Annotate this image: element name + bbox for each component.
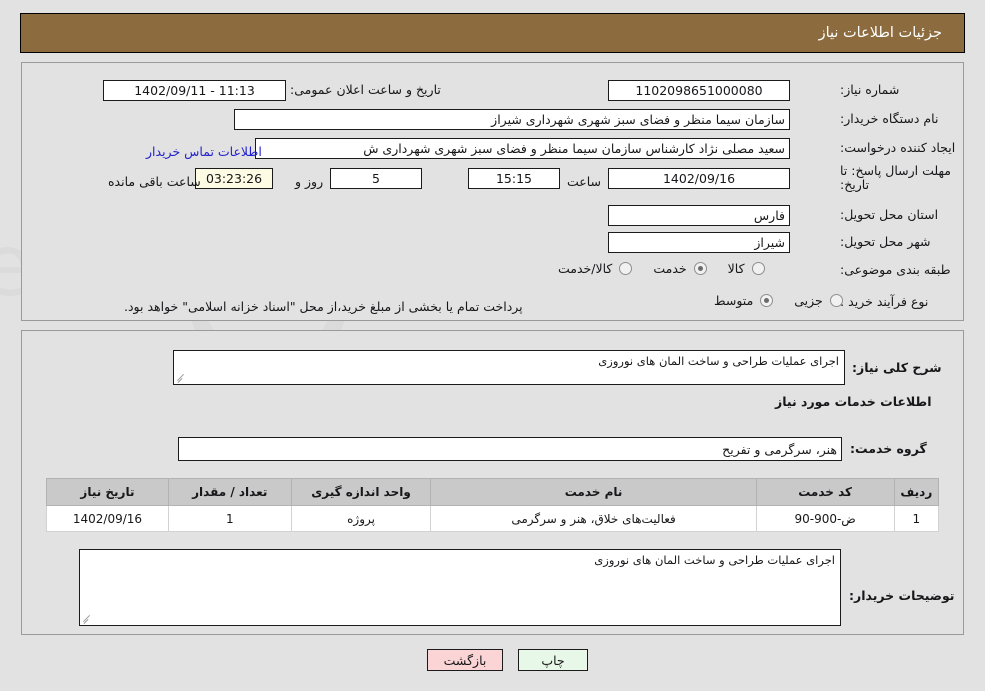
service-group-field[interactable]: هنر، سرگرمی و تفریح [178, 437, 842, 461]
page-header: جزئیات اطلاعات نیاز [20, 13, 965, 53]
purchase-note-wrap: پرداخت تمام یا بخشی از مبلغ خرید،از محل … [124, 296, 523, 315]
announce-label-wrap: تاریخ و ساعت اعلان عمومی: [290, 82, 441, 98]
cell-service-code: ض-900-90 [755, 505, 895, 532]
delivery-city-label: شهر محل تحویل: [840, 234, 931, 249]
delivery-province-value: فارس [753, 208, 785, 223]
request-creator-field[interactable]: سعید مصلی نژاد کارشناس سازمان سیما منظر … [255, 138, 790, 159]
subject-category-radios: کالا خدمت کالا/خدمت [544, 261, 765, 276]
deadline-time-field[interactable]: 15:15 [468, 168, 560, 189]
deadline-time-value: 15:15 [495, 171, 533, 186]
radio-kala-khedmat-label: کالا/خدمت [558, 261, 613, 276]
request-creator-value: سعید مصلی نژاد کارشناس سازمان سیما منظر … [363, 141, 785, 156]
need-number-field[interactable]: 1102098651000080 [608, 80, 790, 101]
cell-quantity: 1 [167, 505, 292, 532]
countdown-field: 03:23:26 [195, 168, 273, 189]
purchase-process-radios: جزیی متوسط [700, 293, 843, 308]
radio-motevaset-label: متوسط [714, 293, 754, 308]
subject-category-label-wrap: طبقه بندی موضوعی: [840, 262, 951, 278]
radio-kala[interactable] [751, 262, 765, 275]
need-number-label-wrap: شماره نیاز: [840, 82, 899, 98]
purchase-process-label: نوع فرآیند خرید : [840, 294, 929, 309]
buyer-org-value: سازمان سیما منظر و فضای سبز شهری شهرداری… [491, 112, 785, 127]
back-button[interactable]: بازگشت [427, 649, 503, 671]
buyer-contact-link[interactable]: اطلاعات تماس خریدار [146, 144, 262, 159]
radio-kala-label: کالا [727, 261, 745, 276]
resize-grip-icon[interactable] [176, 373, 186, 383]
general-description-label-wrap: شرح کلی نیاز: [852, 360, 941, 375]
delivery-province-label: استان محل تحویل: [840, 207, 939, 222]
page-title: جزئیات اطلاعات نیاز [818, 25, 942, 41]
remaining-label: ساعت باقی مانده [108, 174, 201, 189]
buyer-notes-label: توضیحات خریدار: [849, 588, 955, 603]
deadline-hour-label: ساعت [567, 174, 602, 189]
purchase-process-label-wrap: نوع فرآیند خرید : [840, 294, 928, 310]
cell-row: 1 [893, 505, 940, 532]
services-table: ردیف کد خدمت نام خدمت واحد اندازه گیری ت… [46, 478, 940, 532]
cell-service-name: فعالیت‌های خلاق، هنر و سرگرمی [430, 505, 757, 532]
service-group-label-wrap: گروه خدمت: [850, 441, 927, 456]
radio-kala-khedmat[interactable] [619, 262, 633, 275]
buyer-org-field[interactable]: سازمان سیما منظر و فضای سبز شهری شهرداری… [234, 109, 790, 130]
delivery-province-field[interactable]: فارس [608, 205, 790, 226]
public-announce-label: تاریخ و ساعت اعلان عمومی: [290, 82, 441, 97]
buyer-org-label-wrap: نام دستگاه خریدار: [840, 111, 938, 127]
cell-unit: پروژه [290, 505, 432, 532]
col-need-date: تاریخ نیاز [46, 478, 169, 506]
province-label-wrap: استان محل تحویل: [840, 207, 938, 223]
col-unit: واحد اندازه گیری [290, 478, 432, 506]
services-heading: اطلاعات خدمات مورد نیاز [775, 394, 932, 409]
radio-motevaset[interactable] [760, 294, 774, 307]
service-group-label: گروه خدمت: [850, 441, 927, 456]
resize-grip-icon-notes[interactable] [82, 614, 92, 624]
page-root: AriaTender.net جزئیات اطلاعات نیاز شماره… [0, 0, 985, 691]
public-announce-field[interactable]: 11:13 - 1402/09/11 [103, 80, 286, 101]
delivery-city-value: شیراز [754, 235, 785, 250]
request-creator-label: ایجاد کننده درخواست: [840, 140, 956, 155]
col-service-name: نام خدمت [430, 478, 757, 506]
days-remaining-field[interactable]: 5 [330, 168, 422, 189]
countdown-value: 03:23:26 [205, 171, 263, 186]
delivery-city-field[interactable]: شیراز [608, 232, 790, 253]
print-button[interactable]: چاپ [518, 649, 588, 671]
services-heading-text: اطلاعات خدمات مورد نیاز [775, 394, 932, 409]
remaining-label-wrap: ساعت باقی مانده [108, 171, 201, 190]
col-service-code: کد خدمت [755, 478, 895, 506]
deadline-label-wrap: مهلت ارسال پاسخ: تا تاریخ: [840, 163, 958, 193]
buyer-notes-label-wrap: توضیحات خریدار: [849, 588, 955, 603]
city-label-wrap: شهر محل تحویل: [840, 234, 930, 250]
deadline-label: مهلت ارسال پاسخ: تا تاریخ: [840, 163, 951, 193]
buyer-notes-value: اجرای عملیات طراحی و ساخت المان های نورو… [594, 553, 835, 567]
need-number-label: شماره نیاز: [840, 82, 900, 97]
days-label: روز و [295, 174, 324, 189]
radio-jozei-label: جزیی [794, 293, 823, 308]
public-announce-value: 11:13 - 1402/09/11 [134, 83, 255, 98]
cell-need-date: 1402/09/16 [46, 505, 169, 532]
creator-label-wrap: ایجاد کننده درخواست: [840, 140, 955, 156]
buyer-notes-textarea[interactable]: اجرای عملیات طراحی و ساخت المان های نورو… [79, 549, 841, 626]
radio-khedmat-label: خدمت [653, 261, 687, 276]
general-description-label: شرح کلی نیاز: [852, 360, 942, 375]
radio-khedmat[interactable] [693, 262, 707, 275]
service-group-value: هنر، سرگرمی و تفریح [722, 441, 837, 457]
col-row: ردیف [893, 478, 940, 506]
general-description-textarea[interactable]: اجرای عملیات طراحی و ساخت المان های نورو… [173, 350, 845, 385]
deadline-hour-label-wrap: ساعت [567, 171, 601, 190]
deadline-date-value: 1402/09/16 [662, 171, 736, 186]
general-description-value: اجرای عملیات طراحی و ساخت المان های نورو… [598, 354, 839, 368]
print-button-label: چاپ [541, 652, 565, 668]
subject-category-label: طبقه بندی موضوعی: [840, 262, 951, 277]
back-button-label: بازگشت [443, 652, 487, 668]
purchase-process-note: پرداخت تمام یا بخشی از مبلغ خرید،از محل … [124, 299, 523, 314]
days-remaining-value: 5 [372, 171, 380, 186]
need-number-value: 1102098651000080 [635, 83, 763, 98]
table-row: 1 ض-900-90 فعالیت‌های خلاق، هنر و سرگرمی… [46, 505, 940, 532]
buyer-org-label: نام دستگاه خریدار: [840, 111, 939, 126]
buyer-contact-link-wrap: اطلاعات تماس خریدار [146, 141, 262, 160]
table-header-row: ردیف کد خدمت نام خدمت واحد اندازه گیری ت… [46, 478, 940, 506]
days-label-wrap: روز و [295, 171, 323, 190]
deadline-date-field[interactable]: 1402/09/16 [608, 168, 790, 189]
radio-jozei[interactable] [829, 294, 843, 307]
col-quantity: تعداد / مقدار [167, 478, 292, 506]
